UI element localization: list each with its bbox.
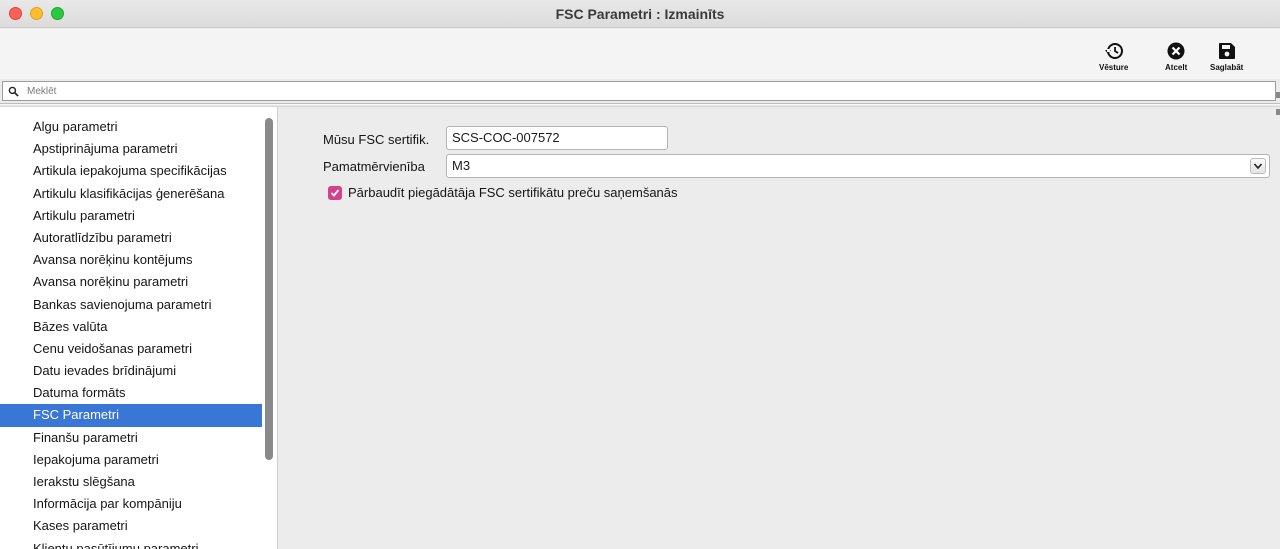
cert-field[interactable]: SCS-COC-007572 — [446, 126, 668, 150]
sidebar-item-kases-parametri[interactable]: Kases parametri — [0, 515, 262, 537]
history-icon — [1104, 43, 1123, 59]
toolbar: Vēsture Atcelt Saglabāt — [0, 29, 1280, 79]
edge-mark — [1276, 92, 1280, 98]
sidebar-item-bankas-savienojuma-parametri[interactable]: Bankas savienojuma parametri — [0, 294, 262, 316]
sidebar-item-apstiprinajuma-parametri[interactable]: Apstiprinājuma parametri — [0, 138, 262, 160]
sidebar: Algu parametri Apstiprinājuma parametri … — [0, 107, 278, 549]
sidebar-list: Algu parametri Apstiprinājuma parametri … — [0, 116, 262, 549]
sidebar-item-algu-parametri[interactable]: Algu parametri — [0, 116, 262, 138]
sidebar-item-datuma-formats[interactable]: Datuma formāts — [0, 382, 262, 404]
sidebar-item-finansu-parametri[interactable]: Finanšu parametri — [0, 427, 262, 449]
cancel-icon — [1167, 42, 1185, 60]
sidebar-scrollbar[interactable] — [265, 118, 273, 460]
sidebar-item-informacija-par-kompaniju[interactable]: Informācija par kompāniju — [0, 493, 262, 515]
fsc-check-checkbox[interactable] — [328, 186, 342, 200]
sidebar-item-datu-ievades-bridinajumi[interactable]: Datu ievades brīdinājumi — [0, 360, 262, 382]
save-label: Saglabāt — [1210, 63, 1244, 72]
sidebar-item-fsc-parametri[interactable]: FSC Parametri — [0, 404, 262, 427]
history-label: Vēsture — [1099, 63, 1129, 72]
sidebar-item-avansa-norekinu-kontejums[interactable]: Avansa norēķinu kontējums — [0, 249, 262, 271]
window-title: FSC Parametri : Izmainīts — [555, 6, 725, 22]
sidebar-item-cenu-veidosanas-parametri[interactable]: Cenu veidošanas parametri — [0, 338, 262, 360]
search-icon — [8, 86, 19, 97]
sidebar-item-klientu-pasutijumu-parametri[interactable]: Klientu pasūtījumu parametri — [0, 538, 262, 549]
save-icon — [1218, 43, 1235, 59]
sidebar-item-artikula-iepakojuma-specifikacijas[interactable]: Artikula iepakojuma specifikācijas — [0, 160, 262, 182]
save-button[interactable]: Saglabāt — [1210, 41, 1243, 72]
sidebar-item-avansa-norekinu-parametri[interactable]: Avansa norēķinu parametri — [0, 271, 262, 293]
fsc-check-label: Pārbaudīt piegādātāja FSC sertifikātu pr… — [348, 185, 678, 200]
edge-mark — [1276, 109, 1280, 115]
cert-label: Mūsu FSC sertifik. — [323, 132, 430, 147]
sidebar-item-artikulu-klasifikacijas-generesana[interactable]: Artikulu klasifikācijas ģenerēšana — [0, 183, 262, 205]
cancel-label: Atcelt — [1165, 63, 1188, 72]
search-bar — [2, 81, 1276, 101]
sidebar-item-artikulu-parametri[interactable]: Artikulu parametri — [0, 205, 262, 227]
unit-select-value: M3 — [452, 158, 471, 173]
main-panel: Mūsu FSC sertifik. SCS-COC-007572 Pamatm… — [279, 107, 1280, 549]
unit-select[interactable]: M3 — [446, 154, 1270, 178]
sidebar-item-bazes-valuta[interactable]: Bāzes valūta — [0, 316, 262, 338]
history-button[interactable]: Vēsture — [1099, 41, 1128, 72]
search-input[interactable] — [27, 84, 1267, 99]
sidebar-item-autoratlidzibu-parametri[interactable]: Autoratlīdzību parametri — [0, 227, 262, 249]
cancel-button[interactable]: Atcelt — [1165, 41, 1187, 72]
sidebar-item-ierakstu-slegsana[interactable]: Ierakstu slēgšana — [0, 471, 262, 493]
checkmark-icon — [330, 189, 340, 197]
title-bar: FSC Parametri : Izmainīts — [0, 0, 1280, 28]
unit-label: Pamatmērvienība — [323, 159, 425, 174]
sidebar-item-iepakojuma-parametri[interactable]: Iepakojuma parametri — [0, 449, 262, 471]
chevron-down-icon — [1250, 158, 1266, 174]
